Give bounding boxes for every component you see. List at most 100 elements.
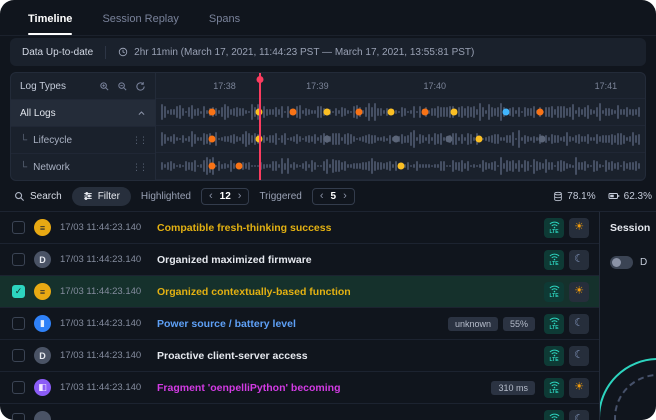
triggered-count: 5 bbox=[331, 191, 337, 202]
timeline-track-area[interactable]: 17:3817:3917:4017:41 bbox=[156, 73, 645, 180]
mode-button[interactable]: ☾ bbox=[569, 250, 589, 270]
event-marker-gray[interactable] bbox=[392, 136, 399, 143]
row-checkbox[interactable] bbox=[12, 253, 25, 266]
reset-zoom-icon[interactable] bbox=[135, 81, 146, 92]
event-marker-orange[interactable] bbox=[536, 109, 543, 116]
mode-button[interactable]: ☾ bbox=[569, 346, 589, 366]
event-marker-orange[interactable] bbox=[209, 136, 216, 143]
next-icon[interactable]: › bbox=[238, 191, 242, 202]
log-message[interactable]: Fragment 'oenpelliPython' becoming bbox=[157, 382, 482, 394]
event-marker-yellow[interactable] bbox=[387, 109, 394, 116]
waveform-bar bbox=[635, 161, 637, 172]
event-marker-gray[interactable] bbox=[446, 136, 453, 143]
prev-icon[interactable]: ‹ bbox=[209, 191, 213, 202]
network-lte-button[interactable]: LTE bbox=[544, 346, 564, 366]
playhead[interactable] bbox=[259, 73, 261, 180]
tab-timeline[interactable]: Timeline bbox=[28, 13, 72, 35]
network-lte-button[interactable]: LTE bbox=[544, 282, 564, 302]
waveform-bar bbox=[176, 106, 178, 118]
battery-icon bbox=[608, 191, 620, 201]
waveform-bar bbox=[440, 133, 442, 145]
waveform-bar bbox=[185, 138, 187, 141]
mode-button[interactable]: ☀ bbox=[569, 378, 589, 398]
event-marker-gray[interactable] bbox=[539, 136, 546, 143]
event-marker-gray[interactable] bbox=[324, 136, 331, 143]
log-row[interactable]: ◧ 17/03 11:44:23.140 Fragment 'oenpelliP… bbox=[0, 372, 599, 404]
prev-icon[interactable]: ‹ bbox=[320, 191, 324, 202]
log-message[interactable]: Organized contextually-based function bbox=[157, 286, 526, 298]
waveform-bar bbox=[374, 135, 376, 143]
drag-handle-icon[interactable]: ⋮⋮ bbox=[132, 162, 146, 173]
collapse-chevron-icon[interactable] bbox=[137, 109, 146, 118]
event-marker-orange[interactable] bbox=[289, 109, 296, 116]
event-marker-orange[interactable] bbox=[355, 109, 362, 116]
waveform-lane-all-logs[interactable] bbox=[156, 99, 645, 126]
log-row[interactable]: ≡ 17/03 11:44:23.140 Compatible fresh-th… bbox=[0, 212, 599, 244]
row-checkbox[interactable] bbox=[12, 349, 25, 362]
event-marker-yellow[interactable] bbox=[475, 136, 482, 143]
waveform-bar bbox=[605, 108, 607, 116]
waveform-bar bbox=[533, 159, 535, 174]
waveform-bar bbox=[635, 135, 637, 143]
log-type-network[interactable]: └ Network ⋮⋮ bbox=[11, 154, 155, 181]
waveform-bar bbox=[611, 109, 613, 116]
waveform-bar bbox=[191, 105, 193, 119]
event-marker-orange[interactable] bbox=[209, 109, 216, 116]
event-marker-yellow[interactable] bbox=[451, 109, 458, 116]
waveform-bar bbox=[338, 133, 340, 145]
row-checkbox[interactable]: ✓ bbox=[12, 285, 25, 298]
tab-session-replay[interactable]: Session Replay bbox=[102, 13, 178, 35]
network-lte-button[interactable]: LTE bbox=[544, 218, 564, 238]
waveform-bar bbox=[161, 132, 163, 145]
tree-branch-icon: └ bbox=[20, 135, 27, 146]
waveform-bar bbox=[332, 111, 334, 114]
row-checkbox[interactable] bbox=[12, 221, 25, 234]
network-lte-button[interactable]: LTE bbox=[544, 378, 564, 398]
log-type-all-logs[interactable]: All Logs bbox=[11, 100, 155, 127]
event-marker-yellow[interactable] bbox=[324, 109, 331, 116]
event-marker-yellow[interactable] bbox=[397, 163, 404, 170]
event-marker-orange[interactable] bbox=[209, 163, 216, 170]
row-checkbox[interactable] bbox=[12, 381, 25, 394]
log-message[interactable]: Power source / battery level bbox=[157, 318, 439, 330]
row-checkbox[interactable] bbox=[12, 413, 25, 420]
log-type-lifecycle[interactable]: └ Lifecycle ⋮⋮ bbox=[11, 127, 155, 154]
log-message[interactable]: Proactive client-server access bbox=[157, 350, 526, 362]
mode-button[interactable]: ☾ bbox=[569, 410, 589, 420]
drag-handle-icon[interactable]: ⋮⋮ bbox=[132, 135, 146, 146]
event-marker-blue[interactable] bbox=[502, 109, 509, 116]
mode-button[interactable]: ☀ bbox=[569, 218, 589, 238]
toggle-switch[interactable] bbox=[610, 256, 633, 269]
waveform-bar bbox=[338, 160, 340, 171]
event-marker-orange[interactable] bbox=[421, 109, 428, 116]
log-row[interactable]: D 17/03 11:44:23.140 Organized maximized… bbox=[0, 244, 599, 276]
waveform-bar bbox=[317, 137, 319, 140]
waveform-bar bbox=[476, 109, 478, 115]
waveform-bar bbox=[509, 161, 511, 172]
toggle-label: D bbox=[640, 257, 647, 268]
log-message[interactable]: Compatible fresh-thinking success bbox=[157, 222, 526, 234]
network-lte-button[interactable]: LTE bbox=[544, 410, 564, 420]
waveform-bar bbox=[497, 165, 499, 167]
mode-button[interactable]: ☾ bbox=[569, 314, 589, 334]
log-row[interactable]: ▮ 17/03 11:44:23.140 Power source / batt… bbox=[0, 308, 599, 340]
zoom-in-icon[interactable] bbox=[99, 81, 110, 92]
waveform-lane-lifecycle[interactable] bbox=[156, 126, 645, 153]
mode-button[interactable]: ☀ bbox=[569, 282, 589, 302]
log-row[interactable]: ✓ ≡ 17/03 11:44:23.140 Organized context… bbox=[0, 276, 599, 308]
log-row[interactable]: LTE ☾ bbox=[0, 404, 599, 420]
row-checkbox[interactable] bbox=[12, 317, 25, 330]
next-icon[interactable]: › bbox=[343, 191, 347, 202]
time-range-text: 2hr 11min (March 17, 2021, 11:44:23 PST … bbox=[134, 47, 474, 58]
waveform-bar bbox=[269, 135, 271, 142]
zoom-out-icon[interactable] bbox=[117, 81, 128, 92]
network-lte-button[interactable]: LTE bbox=[544, 250, 564, 270]
network-lte-button[interactable]: LTE bbox=[544, 314, 564, 334]
filter-button[interactable]: Filter bbox=[72, 187, 131, 206]
waveform-lane-network[interactable] bbox=[156, 153, 645, 180]
event-marker-orange[interactable] bbox=[236, 163, 243, 170]
log-message[interactable]: Organized maximized firmware bbox=[157, 254, 526, 266]
tab-spans[interactable]: Spans bbox=[209, 13, 240, 35]
search-button[interactable]: Search bbox=[14, 191, 62, 202]
log-row[interactable]: D 17/03 11:44:23.140 Proactive client-se… bbox=[0, 340, 599, 372]
